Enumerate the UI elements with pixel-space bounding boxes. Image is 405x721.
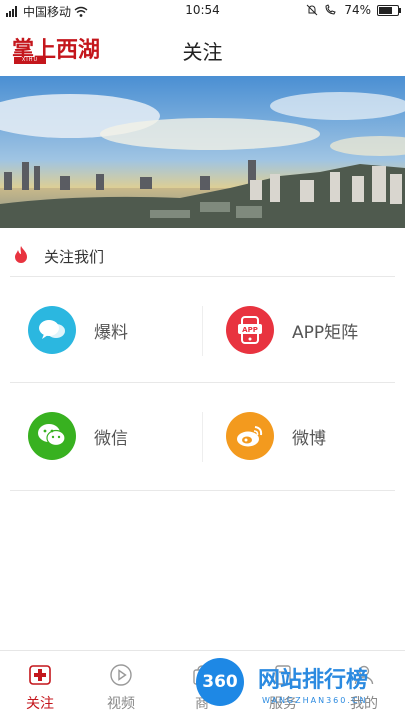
grid-label: 微博 [292,429,326,449]
tab-label: 关注 [26,696,54,712]
grid-row-divider [10,382,395,383]
app-phone-icon: APP [226,306,274,354]
section-divider [10,276,395,277]
watermark-subtitle: WANGZHAN360.CN [262,696,368,705]
header: 掌上西湖 XIHU 关注 [0,24,405,74]
section-header: 关注我们 [0,236,405,276]
grid-item-weibo[interactable]: 微博 [226,412,405,476]
battery-icon [377,4,401,16]
grid-vdivider [202,306,203,356]
grid-item-baoliao[interactable]: 爆料 [28,306,208,370]
tab-guanzhu[interactable]: 关注 [0,651,80,721]
grid-label: APP矩阵 [292,323,359,343]
svg-text:APP: APP [242,326,258,334]
wechat-icon [28,412,76,460]
banner-image[interactable] [0,76,405,228]
watermark-badge: 360 [196,658,244,706]
grid-label: 爆料 [94,323,128,343]
status-right: 74% [306,3,401,17]
grid-item-app-matrix[interactable]: APP APP矩阵 [226,306,405,370]
battery-fill [379,6,392,14]
grid-label: 微信 [94,429,128,449]
tab-video[interactable]: 视频 [81,651,161,721]
tab-label: 视频 [107,696,135,712]
status-bar: 中国移动 10:54 74% [0,0,405,22]
grid-vdivider [202,412,203,462]
chat-bubbles-icon [28,306,76,354]
watermark: 360 网站排行榜 WANGZHAN360.CN [192,652,402,718]
page-title: 关注 [182,40,223,64]
battery-text: 74% [344,3,371,17]
red-cross-icon [29,665,51,685]
call-icon [325,4,337,15]
play-icon [110,664,132,686]
section-title: 关注我们 [44,248,105,266]
grid-item-wechat[interactable]: 微信 [28,412,208,476]
weibo-icon [226,412,274,460]
city-skyline-image [0,76,405,228]
watermark-title: 网站排行榜 [258,668,369,693]
grid-bottom-divider [10,490,395,491]
flame-icon [15,246,27,263]
mute-bell-icon [306,4,318,16]
